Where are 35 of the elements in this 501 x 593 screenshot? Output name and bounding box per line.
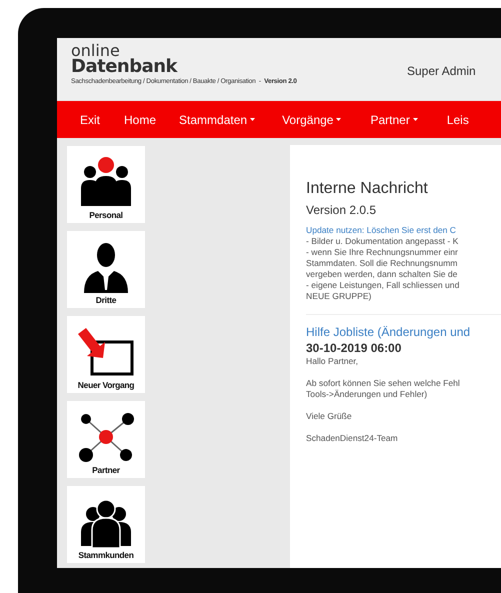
post-text: Ab sofort können Sie sehen welche Fehl [306,378,461,389]
caret-icon [250,118,256,121]
sidebar-tile[interactable]: Stammkunden [67,486,145,563]
nav-link[interactable]: Vorgänge [282,112,342,126]
nav-link[interactable]: Stammdaten [179,112,256,126]
version-text: Version 2.0.5 [306,203,378,218]
sidebar-tile[interactable]: Dritte [67,231,145,308]
arrow-into-box-icon [76,326,136,378]
message-text: - eigene Leistungen, Fall schliessen und [306,280,460,291]
post-text: Viele Grüße [306,411,353,422]
post-date: 30-10-2019 06:00 [306,340,402,356]
message-title: Interne Nachricht [306,179,429,199]
nav-link[interactable]: Exit [80,112,100,126]
post-title-link[interactable]: Hilfe Jobliste (Änderungen und [306,325,501,340]
post-text: Tools->Änderungen und Fehler) [306,389,428,400]
sidebar-tile[interactable]: Partner [67,401,145,478]
sidebar-tile[interactable]: Personal [67,146,145,223]
message-text: NEUE GRUPPE) [306,291,372,302]
network-icon [76,411,136,463]
caret-icon [412,118,418,121]
update-link[interactable]: Update nutzen: Löschen Sie erst den C [306,225,501,236]
post-text: SchadenDienst24-Team [306,433,399,444]
message-text: - Bilder u. Dokumentation angepasst - K [306,236,460,247]
caret-icon [336,118,342,121]
logo-text: Datenbank [71,58,179,76]
message-text: - wenn Sie Ihre Rechnungsnummer einr [306,247,459,258]
nav-link[interactable]: Home [124,112,156,126]
sidebar-tile[interactable]: Neuer Vorgang [67,316,145,393]
user-name: Super Admin [407,64,477,78]
post-text: Hallo Partner, [306,356,360,367]
logo-text: online [71,43,120,58]
nav-link[interactable]: Partner [370,112,418,126]
message-text: Stammdaten. Soll die Rechnungsnumm [306,258,458,269]
nav-link[interactable]: Leis [446,112,469,126]
message-text: vergeben werden, dann schalten Sie de [306,269,458,280]
